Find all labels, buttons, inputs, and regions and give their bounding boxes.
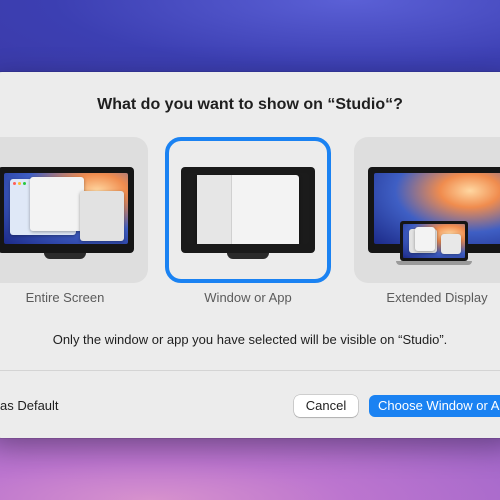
option-extended-display[interactable]	[354, 137, 500, 287]
window-icon	[80, 191, 124, 241]
screen-sharing-dialog: What do you want to show on “Studio“? En…	[0, 72, 500, 438]
window-icon	[197, 175, 299, 244]
window-icon	[30, 177, 84, 231]
dialog-description: Only the window or app you have selected…	[52, 332, 448, 347]
dialog-title: What do you want to show on “Studio“?	[97, 96, 403, 113]
option-tile-selected[interactable]	[165, 137, 331, 283]
window-icon	[415, 227, 435, 251]
monitor-icon	[181, 167, 315, 253]
cancel-button[interactable]: Cancel	[294, 395, 358, 417]
choose-window-button[interactable]: Choose Window or App	[369, 395, 500, 417]
footer-divider	[0, 370, 500, 371]
set-as-default-label[interactable]: as Default	[0, 398, 59, 413]
option-label-window-or-app: Window or App	[204, 290, 292, 305]
monitor-icon	[0, 167, 134, 253]
monitor-stand-icon	[44, 253, 86, 259]
monitor-stand-icon	[227, 253, 269, 259]
option-tile[interactable]	[0, 137, 148, 283]
option-tile[interactable]	[354, 137, 500, 283]
option-label-extended-display: Extended Display	[386, 290, 488, 305]
option-label-entire-screen: Entire Screen	[25, 290, 105, 305]
window-icon	[441, 234, 461, 254]
desktop-wallpaper-top	[0, 0, 500, 80]
laptop-icon	[396, 221, 472, 265]
window-sidebar	[197, 175, 232, 244]
desktop-wallpaper-bottom	[0, 430, 500, 500]
option-entire-screen[interactable]	[0, 137, 148, 287]
option-window-or-app[interactable]	[165, 137, 331, 287]
